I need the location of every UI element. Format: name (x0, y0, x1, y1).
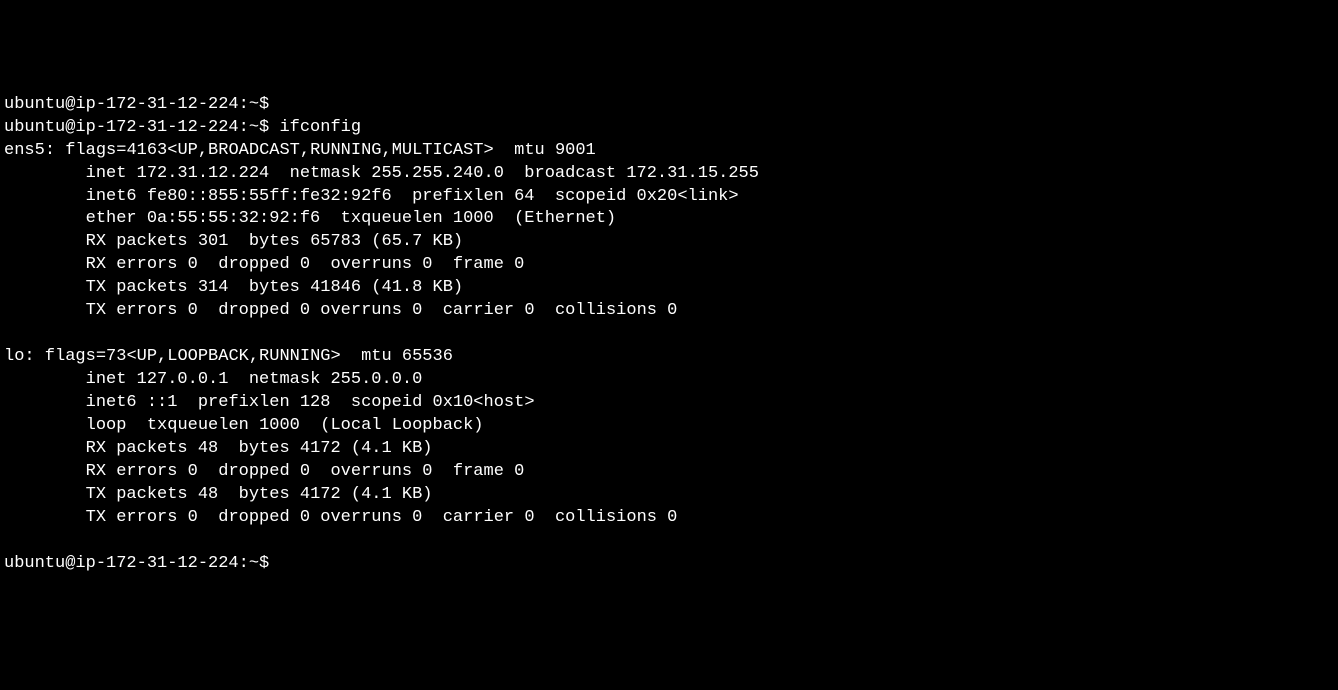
rx-overruns: 0 (422, 462, 432, 481)
iface-flags-num: 4163 (126, 141, 167, 160)
iface-ens5-inet: inet 172.31.12.224 netmask 255.255.240.0… (4, 164, 759, 183)
rx-packets: 48 (198, 439, 218, 458)
iface-lo-loop: loop txqueuelen 1000 (Local Loopback) (4, 416, 484, 435)
iface-lo-tx-errors: TX errors 0 dropped 0 overruns 0 carrier… (4, 508, 677, 527)
tx-carrier: 0 (524, 508, 534, 527)
tx-errors: 0 (188, 508, 198, 527)
tx-bytes: 4172 (4.1 KB) (300, 485, 433, 504)
iface-txqueuelen: 1000 (453, 209, 494, 228)
iface-inet: 127.0.0.1 (137, 370, 229, 389)
iface-loop: loop (86, 416, 127, 435)
iface-name: ens5 (4, 141, 45, 160)
iface-name: lo (4, 347, 24, 366)
iface-ens5-tx-errors: TX errors 0 dropped 0 overruns 0 carrier… (4, 301, 677, 320)
iface-ether: 0a:55:55:32:92:f6 (147, 209, 320, 228)
iface-netmask: 255.255.240.0 (371, 164, 504, 183)
tx-errors: 0 (188, 301, 198, 320)
iface-ens5-ether: ether 0a:55:55:32:92:f6 txqueuelen 1000 … (4, 209, 616, 228)
iface-lo-inet6: inet6 ::1 prefixlen 128 scopeid 0x10<hos… (4, 393, 535, 412)
iface-lo-rx-errors: RX errors 0 dropped 0 overruns 0 frame 0 (4, 462, 524, 481)
tx-packets: 314 (198, 278, 229, 297)
iface-scopeid: 0x20<link> (637, 187, 739, 206)
tx-carrier: 0 (524, 301, 534, 320)
tx-overruns: 0 (412, 301, 422, 320)
tx-overruns: 0 (412, 508, 422, 527)
rx-bytes: 4172 (4.1 KB) (300, 439, 433, 458)
prompt-line-command: ubuntu@ip-172-31-12-224:~$ ifconfig (4, 118, 361, 137)
iface-type: (Local Loopback) (320, 416, 483, 435)
iface-ens5-tx-packets: TX packets 314 bytes 41846 (41.8 KB) (4, 278, 463, 297)
tx-collisions: 0 (667, 301, 677, 320)
tx-packets: 48 (198, 485, 218, 504)
iface-flags-num: 73 (106, 347, 126, 366)
prompt-line-empty: ubuntu@ip-172-31-12-224:~$ (4, 95, 269, 114)
shell-prompt: ubuntu@ip-172-31-12-224:~$ (4, 95, 269, 114)
iface-flags-list: UP,LOOPBACK,RUNNING (137, 347, 331, 366)
iface-prefixlen: 128 (300, 393, 331, 412)
prompt-line-final[interactable]: ubuntu@ip-172-31-12-224:~$ (4, 554, 269, 573)
rx-frame: 0 (514, 255, 524, 274)
tx-dropped: 0 (300, 301, 310, 320)
iface-mtu: 65536 (402, 347, 453, 366)
iface-broadcast: 172.31.15.255 (626, 164, 759, 183)
iface-flags-list: UP,BROADCAST,RUNNING,MULTICAST (177, 141, 483, 160)
rx-frame: 0 (514, 462, 524, 481)
iface-ens5-rx-errors: RX errors 0 dropped 0 overruns 0 frame 0 (4, 255, 524, 274)
rx-errors: 0 (188, 462, 198, 481)
rx-dropped: 0 (300, 255, 310, 274)
iface-inet6: ::1 (147, 393, 178, 412)
iface-prefixlen: 64 (514, 187, 534, 206)
iface-ens5-header: ens5: flags=4163<UP,BROADCAST,RUNNING,MU… (4, 141, 596, 160)
iface-mtu: 9001 (555, 141, 596, 160)
iface-lo-tx-packets: TX packets 48 bytes 4172 (4.1 KB) (4, 485, 433, 504)
tx-collisions: 0 (667, 508, 677, 527)
iface-type: (Ethernet) (514, 209, 616, 228)
iface-lo-header: lo: flags=73<UP,LOOPBACK,RUNNING> mtu 65… (4, 347, 453, 366)
tx-bytes: 41846 (41.8 KB) (310, 278, 463, 297)
iface-ens5-inet6: inet6 fe80::855:55ff:fe32:92f6 prefixlen… (4, 187, 739, 206)
rx-bytes: 65783 (65.7 KB) (310, 232, 463, 251)
iface-txqueuelen: 1000 (259, 416, 300, 435)
iface-netmask: 255.0.0.0 (330, 370, 422, 389)
iface-scopeid: 0x10<host> (433, 393, 535, 412)
rx-packets: 301 (198, 232, 229, 251)
terminal-output[interactable]: ubuntu@ip-172-31-12-224:~$ ubuntu@ip-172… (4, 94, 1334, 576)
command-text: ifconfig (279, 118, 361, 137)
iface-inet6: fe80::855:55ff:fe32:92f6 (147, 187, 392, 206)
rx-dropped: 0 (300, 462, 310, 481)
iface-inet: 172.31.12.224 (137, 164, 270, 183)
shell-prompt: ubuntu@ip-172-31-12-224:~$ (4, 118, 269, 137)
shell-prompt: ubuntu@ip-172-31-12-224:~$ (4, 554, 269, 573)
iface-ens5-rx-packets: RX packets 301 bytes 65783 (65.7 KB) (4, 232, 463, 251)
rx-errors: 0 (188, 255, 198, 274)
rx-overruns: 0 (422, 255, 432, 274)
iface-lo-rx-packets: RX packets 48 bytes 4172 (4.1 KB) (4, 439, 433, 458)
iface-lo-inet: inet 127.0.0.1 netmask 255.0.0.0 (4, 370, 422, 389)
tx-dropped: 0 (300, 508, 310, 527)
